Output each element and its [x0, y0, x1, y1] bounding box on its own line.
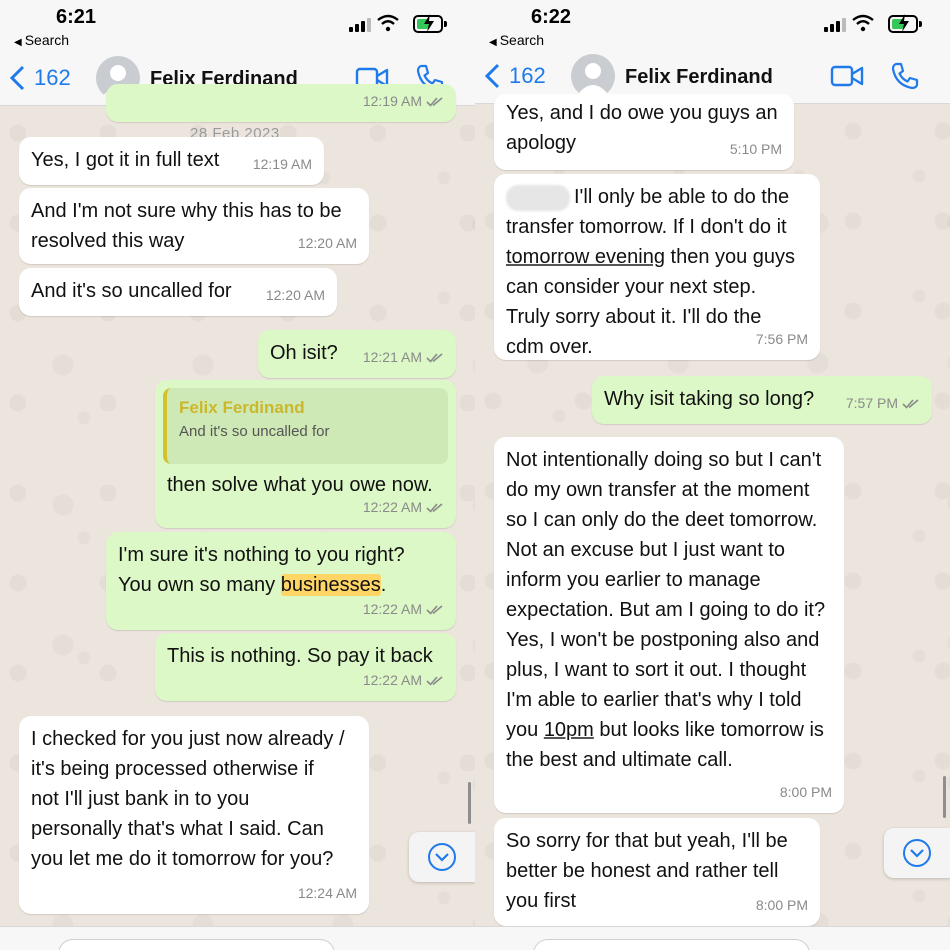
wifi-icon — [377, 14, 399, 32]
message-bubble[interactable]: And I'm not sure why this has to be reso… — [19, 188, 369, 264]
message-bubble-partial: 12:19 AM — [106, 84, 456, 122]
message-time: 5:10 PM — [729, 141, 782, 157]
message-text: And I'm not sure why this has to be reso… — [31, 200, 342, 252]
double-check-icon — [426, 96, 444, 107]
message-bubble[interactable]: I checked for you just now already / it'… — [19, 716, 369, 914]
double-check-icon — [426, 352, 444, 363]
scrollbar[interactable] — [943, 776, 946, 818]
unread-count: 162 — [509, 63, 546, 88]
message-list[interactable]: 12:19 AM 28 Feb 2023 Yes, I got it in fu… — [0, 84, 475, 926]
video-call-icon[interactable] — [830, 63, 864, 89]
message-text: So sorry for that but yeah, I'll be bett… — [506, 830, 788, 912]
scrollbar[interactable] — [468, 782, 471, 824]
message-time: 12:24 AM — [297, 885, 357, 901]
underlined-phrase: 10pm — [543, 719, 594, 741]
message-time: 8:00 PM — [755, 897, 808, 913]
phone-icon[interactable] — [890, 61, 920, 91]
message-text: Why isit taking so long? — [604, 388, 815, 410]
message-time: 12:19 AM — [363, 86, 444, 116]
back-triangle-icon: ◀ — [14, 37, 22, 48]
battery-icon — [413, 14, 447, 33]
scroll-to-bottom-button[interactable] — [884, 828, 950, 878]
wifi-icon — [852, 14, 874, 32]
message-time: 12:22 AM — [363, 492, 444, 522]
message-bubble[interactable]: Why isit taking so long? 7:57 PM — [592, 376, 932, 424]
message-time: 12:22 AM — [363, 665, 444, 695]
back-button[interactable]: 162 — [483, 60, 546, 92]
compose-bar — [0, 926, 475, 950]
message-time: 12:22 AM — [363, 594, 444, 624]
message-input[interactable] — [533, 939, 810, 950]
scroll-down-icon — [428, 843, 456, 871]
back-to-app-label: Search — [24, 32, 70, 48]
message-bubble[interactable]: So sorry for that but yeah, I'll be bett… — [494, 818, 820, 926]
message-text: And it's so uncalled for — [31, 280, 232, 302]
message-text: Not intentionally doing so but I can't d… — [506, 449, 826, 771]
signal-icon — [824, 18, 846, 32]
quoted-message[interactable]: Felix Ferdinand And it's so uncalled for — [163, 388, 448, 464]
scroll-to-bottom-button[interactable] — [409, 832, 475, 882]
back-to-app-link[interactable]: ◀ Search — [14, 32, 69, 48]
message-time: 12:21 AM — [363, 342, 444, 372]
contact-name[interactable]: Felix Ferdinand — [625, 66, 773, 89]
status-time: 6:21 — [56, 6, 97, 28]
reply-message-bubble[interactable]: Felix Ferdinand And it's so uncalled for… — [155, 380, 456, 528]
double-check-icon — [426, 604, 444, 615]
scroll-down-icon — [903, 839, 931, 867]
chat-screen-right: 6:22 ◀ Search 162 Felix Ferdinand Yes, an… — [475, 0, 950, 950]
message-bubble[interactable]: This is nothing. So pay it back 12:22 AM — [155, 633, 456, 701]
message-bubble[interactable]: Oh isit? 12:21 AM — [258, 330, 456, 378]
message-bubble[interactable]: I'll only be able to do the transfer tom… — [494, 174, 820, 360]
message-bubble[interactable]: And it's so uncalled for 12:20 AM — [19, 268, 337, 316]
back-to-app-link[interactable]: ◀ Search — [489, 32, 544, 48]
double-check-icon — [902, 398, 920, 409]
message-time: 12:19 AM — [252, 156, 312, 172]
message-text: This is nothing. So pay it back — [167, 645, 433, 667]
message-time: 12:20 AM — [265, 287, 325, 303]
underlined-phrase: tomorrow evening — [506, 246, 665, 268]
message-time: 8:00 PM — [779, 784, 832, 800]
message-text: Yes, I got it in full text — [31, 149, 220, 171]
message-bubble[interactable]: Not intentionally doing so but I can't d… — [494, 437, 844, 813]
message-bubble[interactable]: I'm sure it's nothing to you right? You … — [106, 532, 456, 630]
message-time: 12:20 AM — [297, 235, 357, 251]
compose-bar — [475, 926, 950, 950]
message-text: Oh isit? — [270, 342, 338, 364]
chat-screen-left: 6:21 ◀ Search 162 Felix Ferdinand 12:19 A… — [0, 0, 475, 950]
chevron-left-icon — [9, 65, 25, 91]
back-button[interactable]: 162 — [8, 62, 71, 94]
message-list[interactable]: Yes, and I do owe you guys an apology 5:… — [475, 94, 950, 926]
message-input[interactable] — [58, 939, 335, 950]
avatar-icon — [578, 63, 608, 94]
redacted-name — [506, 184, 570, 211]
battery-icon — [888, 14, 922, 33]
message-time: 7:56 PM — [755, 331, 808, 347]
avatar[interactable] — [571, 54, 615, 98]
quoted-sender: Felix Ferdinand — [179, 398, 305, 417]
message-bubble[interactable]: Yes, I got it in full text 12:19 AM — [19, 137, 324, 185]
status-time: 6:22 — [531, 6, 572, 28]
message-text: I'll only be able to do the transfer tom… — [506, 184, 796, 358]
status-bar: 6:21 ◀ Search — [0, 0, 475, 50]
back-triangle-icon: ◀ — [489, 37, 497, 48]
message-bubble[interactable]: Yes, and I do owe you guys an apology 5:… — [494, 94, 794, 170]
quoted-text: And it's so uncalled for — [179, 423, 330, 440]
message-text: I'm sure it's nothing to you right? You … — [118, 544, 405, 596]
double-check-icon — [426, 675, 444, 686]
message-text: I checked for you just now already / it'… — [31, 728, 345, 870]
highlighted-word: businesses — [280, 574, 381, 596]
signal-icon — [349, 18, 371, 32]
status-bar: 6:22 ◀ Search — [475, 0, 950, 50]
double-check-icon — [426, 502, 444, 513]
chevron-left-icon — [484, 63, 500, 89]
message-time: 7:57 PM — [846, 388, 920, 418]
unread-count: 162 — [34, 65, 71, 90]
back-to-app-label: Search — [499, 32, 545, 48]
